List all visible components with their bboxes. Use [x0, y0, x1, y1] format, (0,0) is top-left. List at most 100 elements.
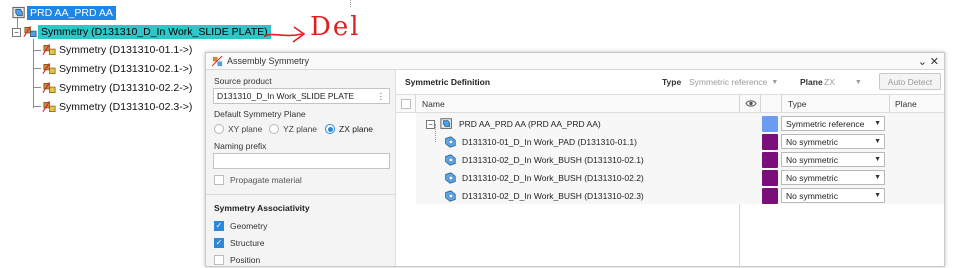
column-separator — [781, 95, 782, 112]
radio-selected-icon[interactable] — [325, 124, 335, 134]
checkbox-checked-icon[interactable]: ✓ — [214, 221, 224, 231]
tree-child-label[interactable]: Symmetry (D131310-02.3->) — [57, 101, 194, 113]
checkbox-checked-icon[interactable]: ✓ — [214, 238, 224, 248]
dropdown-caret-icon[interactable]: ▼ — [874, 192, 881, 199]
plane-combo[interactable]: ZX ▼ — [824, 75, 862, 89]
symmetry-icon — [42, 82, 56, 94]
table-row[interactable]: − PRD AA_PRD AA (PRD AA_PRD AA) Symmetri… — [396, 115, 944, 133]
naming-prefix-input[interactable] — [213, 153, 390, 169]
plane-combo-value: ZX — [824, 77, 835, 87]
type-label: Type — [662, 77, 682, 87]
tree-node-child[interactable]: Symmetry (D131310-02.3->) — [42, 99, 194, 115]
divider — [206, 194, 395, 195]
assembly-symmetry-dialog: Assembly Symmetry ⌄ ✕ Source product D13… — [205, 52, 945, 268]
part-icon — [445, 172, 456, 184]
table-row[interactable]: D131310-02_D_In Work_BUSH (D131310-02.3)… — [396, 187, 944, 205]
radio-yz-plane[interactable]: YZ plane — [269, 124, 317, 134]
position-checkbox[interactable]: Position — [214, 255, 260, 265]
source-product-label: Source product — [214, 76, 272, 86]
radio-zx-plane[interactable]: ZX plane — [325, 124, 373, 134]
part-icon — [445, 154, 456, 166]
options-panel: Source product D131310_D_In Work_SLIDE P… — [206, 70, 396, 266]
close-icon[interactable]: ✕ — [930, 55, 939, 68]
dropdown-caret-icon[interactable]: ▼ — [855, 79, 862, 86]
type-select[interactable]: No symmetric ▼ — [781, 188, 885, 203]
propagate-material-checkbox[interactable]: Propagate material — [214, 175, 302, 185]
more-options-icon[interactable]: ⋮ — [377, 89, 386, 103]
symmetry-icon — [42, 44, 56, 56]
type-select[interactable]: No symmetric ▼ — [781, 134, 885, 149]
dropdown-caret-icon[interactable]: ▼ — [771, 79, 778, 86]
column-plane-header[interactable]: Plane — [895, 99, 917, 109]
annotation-text: Del — [310, 12, 361, 42]
radio-label: XY plane — [228, 124, 263, 134]
collapse-icon[interactable]: − — [426, 119, 435, 129]
source-product-field[interactable]: D131310_D_In Work_SLIDE PLATE ⋮ — [213, 88, 390, 104]
column-type-header[interactable]: Type — [788, 99, 806, 109]
minimize-icon[interactable]: ⌄ — [918, 55, 927, 68]
definition-toolbar: Symmetric Definition Type Symmetric refe… — [396, 70, 944, 94]
symmetry-icon — [42, 101, 56, 113]
type-select[interactable]: No symmetric ▼ — [781, 170, 885, 185]
visibility-eye-icon[interactable] — [745, 99, 757, 108]
grid-header: Name Type Plane — [396, 94, 944, 113]
tree-root-label[interactable]: PRD AA_PRD AA — [27, 6, 116, 20]
table-row[interactable]: D131310-02_D_In Work_BUSH (D131310-02.2)… — [396, 169, 944, 187]
part-icon — [445, 136, 456, 148]
section-title: Symmetric Definition — [405, 77, 491, 87]
row-name: D131310-02_D_In Work_BUSH (D131310-02.1) — [462, 155, 644, 165]
source-product-value: D131310_D_In Work_SLIDE PLATE — [217, 91, 355, 101]
tree-node-child[interactable]: Symmetry (D131310-02.2->) — [42, 80, 194, 96]
geometry-checkbox[interactable]: ✓ Geometry — [214, 221, 267, 231]
select-all-checkbox[interactable] — [401, 99, 411, 109]
tree-node-symmetry[interactable]: − Symmetry (D131310_D_In Work_SLIDE PLAT… — [12, 24, 271, 40]
column-separator — [760, 95, 761, 112]
tree-node-root[interactable]: PRD AA_PRD AA — [12, 5, 116, 21]
column-separator — [889, 95, 890, 112]
dropdown-caret-icon[interactable]: ▼ — [874, 138, 881, 145]
collapse-icon[interactable]: − — [12, 27, 21, 37]
radio-xy-plane[interactable]: XY plane — [214, 124, 262, 134]
checkbox-label: Geometry — [230, 221, 268, 231]
type-select[interactable]: Symmetric reference ▼ — [781, 116, 885, 131]
row-name: PRD AA_PRD AA (PRD AA_PRD AA) — [459, 119, 601, 129]
type-select[interactable]: No symmetric ▼ — [781, 152, 885, 167]
symmetric-definition-panel: Symmetric Definition Type Symmetric refe… — [396, 70, 944, 268]
structure-checkbox[interactable]: ✓ Structure — [214, 238, 265, 248]
row-name: D131310-01_D_In Work_PAD (D131310-01.1) — [462, 137, 637, 147]
dropdown-caret-icon[interactable]: ▼ — [874, 174, 881, 181]
checkbox-label: Position — [230, 255, 261, 265]
checkbox-label: Propagate material — [230, 175, 302, 185]
color-swatch — [762, 116, 778, 132]
table-row[interactable]: D131310-02_D_In Work_BUSH (D131310-02.1)… — [396, 151, 944, 169]
dropdown-caret-icon[interactable]: ▼ — [874, 156, 881, 163]
column-name-header[interactable]: Name — [422, 99, 445, 109]
type-select-value: No symmetric — [786, 190, 838, 201]
checkbox-label: Structure — [230, 238, 265, 248]
symmetry-icon — [23, 26, 37, 38]
column-separator — [739, 95, 740, 112]
row-name: D131310-02_D_In Work_BUSH (D131310-02.2) — [462, 173, 644, 183]
tree-child-label[interactable]: Symmetry (D131310-02.1->) — [57, 63, 194, 75]
radio-icon[interactable] — [214, 124, 224, 134]
tree-node-child[interactable]: Symmetry (D131310-01.1->) — [42, 42, 194, 58]
tree-line — [33, 106, 41, 107]
type-combo[interactable]: Symmetric reference ▼ — [689, 75, 778, 89]
color-swatch — [762, 170, 778, 186]
product-icon — [12, 6, 25, 19]
tree-node-child[interactable]: Symmetry (D131310-02.1->) — [42, 61, 194, 77]
radio-icon[interactable] — [269, 124, 279, 134]
dropdown-caret-icon[interactable]: ▼ — [874, 120, 881, 127]
tree-symmetry-label[interactable]: Symmetry (D131310_D_In Work_SLIDE PLATE) — [38, 25, 271, 39]
dialog-titlebar[interactable]: Assembly Symmetry ⌄ ✕ — [206, 53, 944, 70]
tree-line — [33, 68, 41, 69]
tree-line — [435, 124, 436, 142]
table-row[interactable]: D131310-01_D_In Work_PAD (D131310-01.1) … — [396, 124, 944, 151]
tree-child-label[interactable]: Symmetry (D131310-01.1->) — [57, 44, 194, 56]
auto-detect-button[interactable]: Auto Detect — [879, 73, 941, 90]
checkbox-icon[interactable] — [214, 255, 224, 265]
checkbox-icon[interactable] — [214, 175, 224, 185]
tree-line — [33, 50, 41, 51]
tree-child-label[interactable]: Symmetry (D131310-02.2->) — [57, 82, 194, 94]
type-combo-value: Symmetric reference — [689, 77, 768, 87]
